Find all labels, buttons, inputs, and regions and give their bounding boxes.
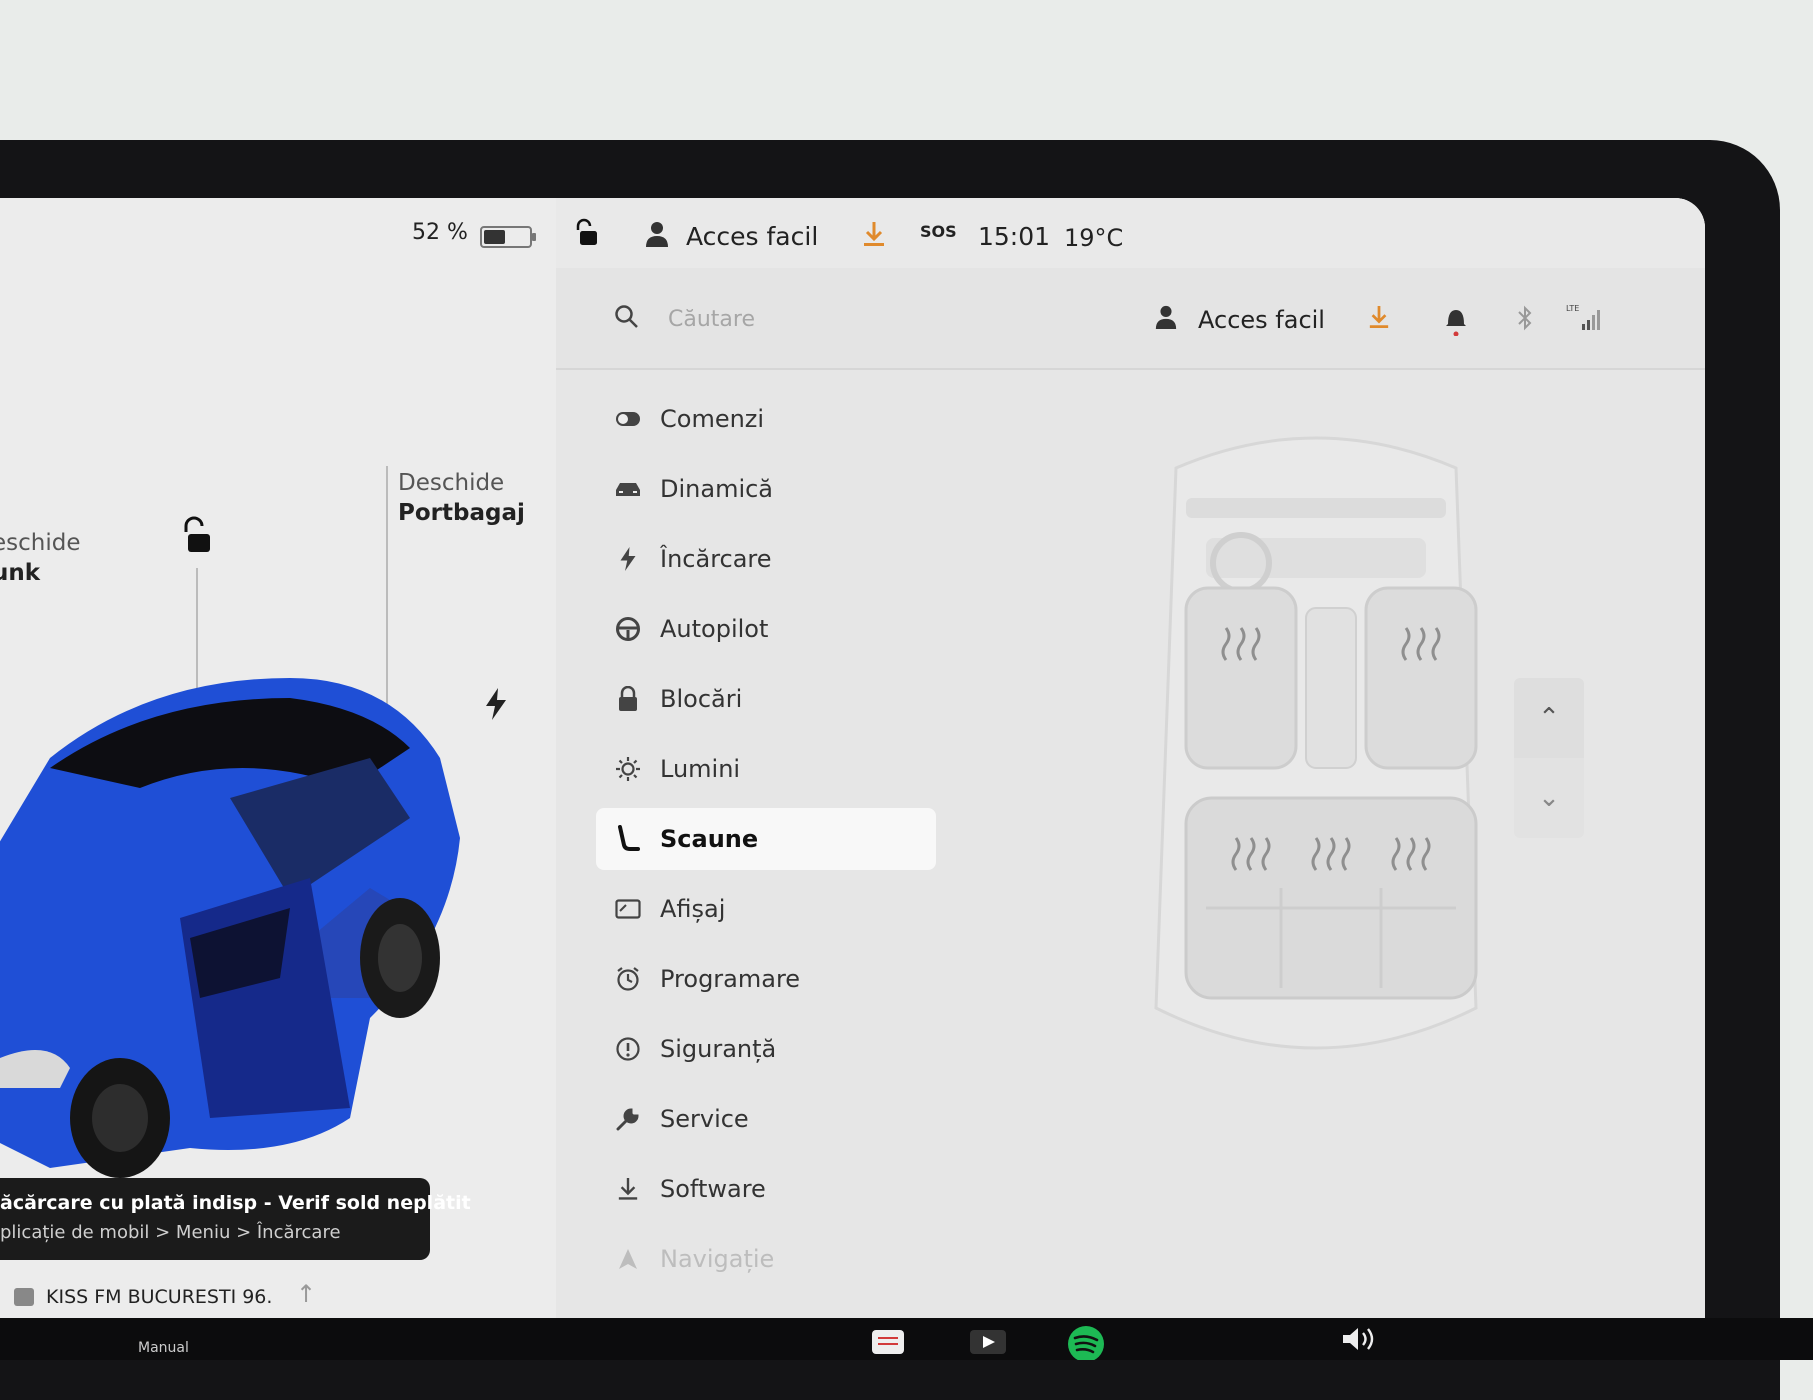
steering-wheel-icon — [596, 616, 660, 642]
car-panel: 52 % eschide unk Deschide Portbagaj ăcăr… — [0, 198, 556, 1318]
menu-item-blocari[interactable]: Blocări — [596, 668, 936, 730]
profile-name[interactable]: Acces facil — [1198, 306, 1325, 334]
menu-item-label: Afișaj — [660, 895, 726, 923]
front-right-seat[interactable] — [1364, 586, 1478, 770]
wrench-icon — [596, 1106, 660, 1132]
cabin-seat-diagram — [1154, 436, 1478, 1050]
menu-item-label: Navigație — [660, 1245, 775, 1273]
notification-title: ăcărcare cu plată indisp - Verif sold ne… — [0, 1192, 471, 1214]
profile-icon[interactable] — [1154, 304, 1178, 334]
search-input[interactable] — [666, 296, 1110, 342]
car-render-image — [0, 678, 460, 1178]
menu-item-scaune[interactable]: Scaune — [596, 808, 936, 870]
bluetooth-icon[interactable] — [1516, 304, 1534, 336]
navigation-icon — [596, 1247, 660, 1271]
trunk-action: eschide — [0, 530, 81, 556]
front-left-seat[interactable] — [1184, 586, 1298, 770]
unlock-icon[interactable] — [572, 218, 602, 252]
open-frunk-label[interactable]: Deschide Portbagaj — [398, 468, 525, 528]
open-trunk-label[interactable]: eschide unk — [0, 528, 81, 588]
frunk-action: Deschide — [398, 470, 505, 496]
menu-item-label: Software — [660, 1175, 766, 1203]
menu-item-label: Blocări — [660, 685, 743, 713]
search-icon — [614, 304, 640, 334]
download-icon[interactable] — [1368, 304, 1390, 334]
menu-item-afisaj[interactable]: Afișaj — [596, 878, 936, 940]
menu-item-service[interactable]: Service — [596, 1088, 936, 1150]
alert-circle-icon — [596, 1036, 660, 1062]
charge-port-bolt-icon[interactable] — [484, 688, 508, 728]
volume-icon[interactable] — [1340, 1324, 1380, 1358]
status-bar: Acces facil SOS 15:01 19°C — [556, 198, 1705, 268]
lte-signal-icon: LTE — [1566, 302, 1600, 336]
bottom-dock: Manual — [0, 1318, 1813, 1362]
menu-item-siguranta[interactable]: Siguranță — [596, 1018, 936, 1080]
settings-menu: Comenzi Dinamică Încărcare Autopilot Blo… — [596, 388, 946, 1290]
bell-icon[interactable] — [1444, 304, 1468, 340]
car-icon — [596, 480, 660, 498]
unlock-icon[interactable] — [178, 516, 214, 560]
lte-label: LTE — [1566, 304, 1579, 313]
alarm-clock-icon — [596, 966, 660, 992]
download-icon[interactable] — [862, 220, 886, 252]
download-icon — [596, 1176, 660, 1202]
spotify-icon[interactable] — [1066, 1324, 1106, 1364]
outside-temperature: 19°C — [1064, 224, 1124, 252]
chevron-down-icon[interactable]: ⌄ — [1514, 758, 1584, 838]
menu-item-label: Programare — [660, 965, 801, 993]
search-row: Acces facil LTE — [556, 268, 1705, 370]
expand-media-icon[interactable]: ↑ — [296, 1280, 316, 1308]
climate-mode-label: Manual — [138, 1340, 189, 1356]
menu-item-incarcare[interactable]: Încărcare — [596, 528, 936, 590]
radio-station-name: KISS FM BUCURESTI 96. — [46, 1286, 273, 1308]
menu-item-label: Siguranță — [660, 1035, 777, 1063]
profile-name[interactable]: Acces facil — [686, 222, 818, 251]
clock: 15:01 — [978, 222, 1051, 251]
display-icon — [596, 899, 660, 919]
chevron-up-icon[interactable]: ⌃ — [1514, 678, 1584, 758]
sos-button[interactable]: SOS — [920, 222, 972, 250]
sun-icon — [596, 756, 660, 782]
menu-item-comenzi[interactable]: Comenzi — [596, 388, 936, 450]
profile-icon[interactable] — [644, 220, 670, 252]
menu-item-lumini[interactable]: Lumini — [596, 738, 936, 800]
lock-icon — [596, 686, 660, 712]
frunk-name: Portbagaj — [398, 500, 525, 526]
settings-panel: Acces facil SOS 15:01 19°C Acces facil — [556, 198, 1705, 1318]
radio-icon — [14, 1288, 34, 1306]
video-app-icon[interactable] — [968, 1324, 1008, 1358]
menu-item-label: Comenzi — [660, 405, 765, 433]
menu-item-label: Dinamică — [660, 475, 774, 503]
menu-item-label: Autopilot — [660, 615, 769, 643]
menu-item-label: Scaune — [660, 825, 759, 853]
menu-item-label: Lumini — [660, 755, 741, 783]
menu-item-label: Service — [660, 1105, 749, 1133]
charging-notification-banner[interactable]: ăcărcare cu plată indisp - Verif sold ne… — [0, 1178, 471, 1260]
menu-item-autopilot[interactable]: Autopilot — [596, 598, 936, 660]
battery-icon — [480, 226, 536, 248]
bolt-icon — [596, 546, 660, 572]
menu-item-dinamica[interactable]: Dinamică — [596, 458, 936, 520]
notes-app-icon[interactable] — [870, 1324, 906, 1358]
battery-percent: 52 % — [412, 220, 468, 245]
toggle-icon — [596, 411, 660, 427]
seat-icon — [596, 825, 660, 853]
notification-subtitle: plicație de mobil > Meniu > Încărcare — [0, 1222, 341, 1243]
menu-item-software[interactable]: Software — [596, 1158, 936, 1220]
menu-item-label: Încărcare — [660, 545, 772, 573]
menu-item-navigatie[interactable]: Navigație — [596, 1228, 936, 1290]
touchscreen: 52 % eschide unk Deschide Portbagaj ăcăr… — [0, 198, 1705, 1318]
menu-item-programare[interactable]: Programare — [596, 948, 936, 1010]
trunk-name: unk — [0, 560, 41, 586]
media-player-bar[interactable]: KISS FM BUCURESTI 96. ↑ — [0, 1280, 556, 1318]
